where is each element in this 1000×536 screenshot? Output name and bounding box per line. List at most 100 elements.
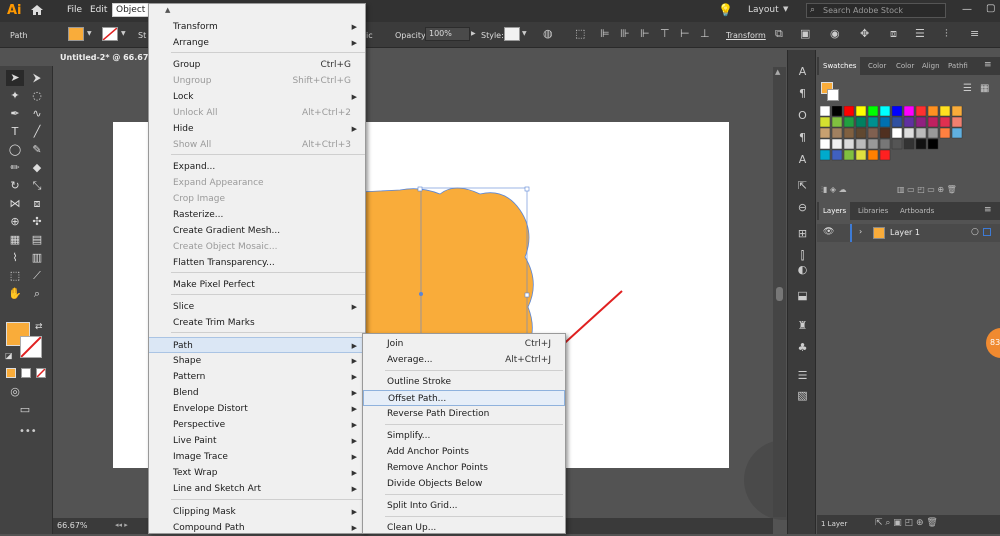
graph-tool-icon[interactable]: ▥	[28, 250, 46, 266]
object-menu-item[interactable]: Image Trace ▶	[149, 449, 365, 465]
object-menu-item[interactable]: Transform ▶	[149, 19, 365, 35]
glyphs-icon[interactable]: ¶	[788, 128, 817, 148]
path-menu-item[interactable]: Outline Stroke	[363, 374, 565, 390]
tab-color[interactable]: Color	[864, 57, 890, 75]
chevron-down-icon[interactable]: ▼	[121, 30, 126, 37]
tab-pathfinder[interactable]: Pathfi	[944, 57, 972, 75]
draw-mode-icon[interactable]: ◎	[6, 384, 24, 400]
object-menu-item[interactable]: Blend ▶	[149, 385, 365, 401]
puppet-icon[interactable]: ✥	[860, 27, 869, 40]
pin-icon[interactable]: ✣	[28, 214, 46, 230]
scroll-up-icon[interactable]: ▲	[775, 68, 780, 76]
object-menu-item[interactable]: Lock ▶	[149, 89, 365, 105]
align-to-icon[interactable]: ⬚	[575, 27, 585, 40]
path-menu-item[interactable]: Join Ctrl+J	[363, 336, 565, 352]
swatch-chip[interactable]	[891, 106, 903, 117]
swatch-chip[interactable]	[891, 127, 903, 139]
swatch-chip[interactable]	[879, 149, 891, 161]
path-menu-item[interactable]: Simplify...	[363, 428, 565, 444]
paragraph-icon[interactable]: ¶	[788, 84, 817, 104]
type-tool-icon[interactable]: T	[6, 124, 24, 140]
swatch-chip[interactable]	[939, 116, 951, 128]
swatch-chip[interactable]	[939, 106, 951, 117]
swatch-chip[interactable]	[831, 116, 843, 128]
swatch-chip[interactable]	[903, 106, 915, 117]
chevron-down-icon[interactable]: ▼	[522, 30, 527, 37]
swatch-chip[interactable]	[903, 127, 915, 139]
distribute-icon[interactable]: ☰	[915, 27, 925, 40]
swatch-chip[interactable]	[820, 116, 831, 128]
swatch-chip[interactable]	[855, 149, 867, 161]
stroke-swatch[interactable]	[102, 27, 118, 41]
align-center-icon[interactable]: ⊪	[620, 27, 630, 40]
scroll-thumb[interactable]	[776, 287, 783, 301]
selection-indicator-icon[interactable]	[983, 228, 991, 236]
path-menu-item[interactable]: Reverse Path Direction	[363, 406, 565, 422]
swatch-chip[interactable]	[855, 116, 867, 128]
menu-edit[interactable]: Edit	[90, 5, 107, 15]
swatch-chip[interactable]	[927, 127, 939, 139]
style-swatch[interactable]	[504, 27, 520, 41]
swatch-chip[interactable]	[915, 116, 927, 128]
eraser-icon[interactable]: ◆	[28, 160, 46, 176]
swatch-chip[interactable]	[891, 138, 903, 150]
object-menu-item[interactable]: Text Wrap ▶	[149, 465, 365, 481]
swatch-chip[interactable]	[867, 106, 879, 117]
swatch-chip[interactable]	[855, 127, 867, 139]
swatch-chip[interactable]	[843, 149, 855, 161]
slice-tool-icon[interactable]: ⟋	[28, 268, 46, 284]
default-colors-icon[interactable]: ◪	[5, 351, 13, 360]
width-tool-icon[interactable]: ⋈	[6, 196, 24, 212]
selection-tool-icon[interactable]: ➤	[6, 70, 24, 86]
align-middle-icon[interactable]: ⊢	[680, 27, 690, 40]
object-menu-item[interactable]: Group Ctrl+G	[149, 57, 365, 73]
tab-artboards[interactable]: Artboards	[896, 202, 938, 220]
active-stroke-icon[interactable]	[827, 89, 839, 101]
none-mode-icon[interactable]	[36, 368, 46, 378]
isolate-icon[interactable]: ▣	[800, 27, 810, 40]
panel-menu-icon[interactable]: ⫶	[945, 27, 948, 41]
menu-icon[interactable]: ≡	[970, 27, 979, 40]
stock-search[interactable]: ⌕ Search Adobe Stock	[806, 3, 946, 18]
vertical-scrollbar[interactable]: ▲	[773, 67, 786, 517]
swatch-chip[interactable]	[820, 149, 831, 161]
mesh-tool-icon[interactable]: ▦	[6, 232, 24, 248]
swatch-chip[interactable]	[927, 116, 939, 128]
minimize-icon[interactable]: —	[962, 4, 972, 15]
swatch-chip[interactable]	[855, 106, 867, 117]
shape-builder-icon[interactable]: ⊕	[6, 214, 24, 230]
curvature-icon[interactable]: ∿	[28, 106, 46, 122]
layer-row[interactable]: 👁 › Layer 1 ○	[817, 224, 1000, 242]
swatch-chip[interactable]	[879, 127, 891, 139]
grid-view-icon[interactable]: ▦	[980, 83, 989, 94]
transform-panel-icon[interactable]: ⊞	[788, 224, 817, 244]
menu-file[interactable]: File	[67, 5, 82, 15]
hand-tool-icon[interactable]: ✋	[6, 286, 24, 302]
fill-swatch[interactable]	[68, 27, 84, 41]
gradient-panel-icon[interactable]: ▧	[788, 386, 817, 406]
direct-selection-tool-icon[interactable]: ⮞	[28, 70, 46, 86]
swatch-chip[interactable]	[867, 127, 879, 139]
swatch-chip[interactable]	[867, 138, 879, 150]
object-menu-item[interactable]: Rasterize...	[149, 207, 365, 223]
swatch-chip[interactable]	[951, 106, 963, 117]
more-tools-icon[interactable]: •••	[19, 426, 37, 437]
swatch-chip[interactable]	[843, 116, 855, 128]
layer-actions-icon[interactable]: ⇱ ⌕ ▣ ◰ ⊕ 🗑	[875, 518, 938, 528]
swatch-chip[interactable]	[939, 127, 951, 139]
list-view-icon[interactable]: ☰	[963, 83, 972, 94]
swatch-chip[interactable]	[831, 138, 843, 150]
align-right-icon[interactable]: ⊩	[640, 27, 650, 40]
object-menu-item[interactable]: Hide ▶	[149, 121, 365, 137]
object-menu-item[interactable]: Envelope Distort ▶	[149, 401, 365, 417]
swatch-chip[interactable]	[867, 116, 879, 128]
object-menu-item[interactable]: Path ▶	[149, 337, 365, 353]
transform-icon[interactable]: ⧉	[775, 27, 783, 41]
swatch-grid[interactable]	[820, 106, 980, 166]
export-icon[interactable]: ⇱	[788, 176, 817, 196]
chevron-down-icon[interactable]: ▼	[87, 30, 92, 37]
swatch-chip[interactable]	[843, 138, 855, 150]
pen-tool-icon[interactable]: ✒	[6, 106, 24, 122]
ellipse-tool-icon[interactable]: ◯	[6, 142, 24, 158]
opentype-icon[interactable]: O	[788, 106, 817, 126]
